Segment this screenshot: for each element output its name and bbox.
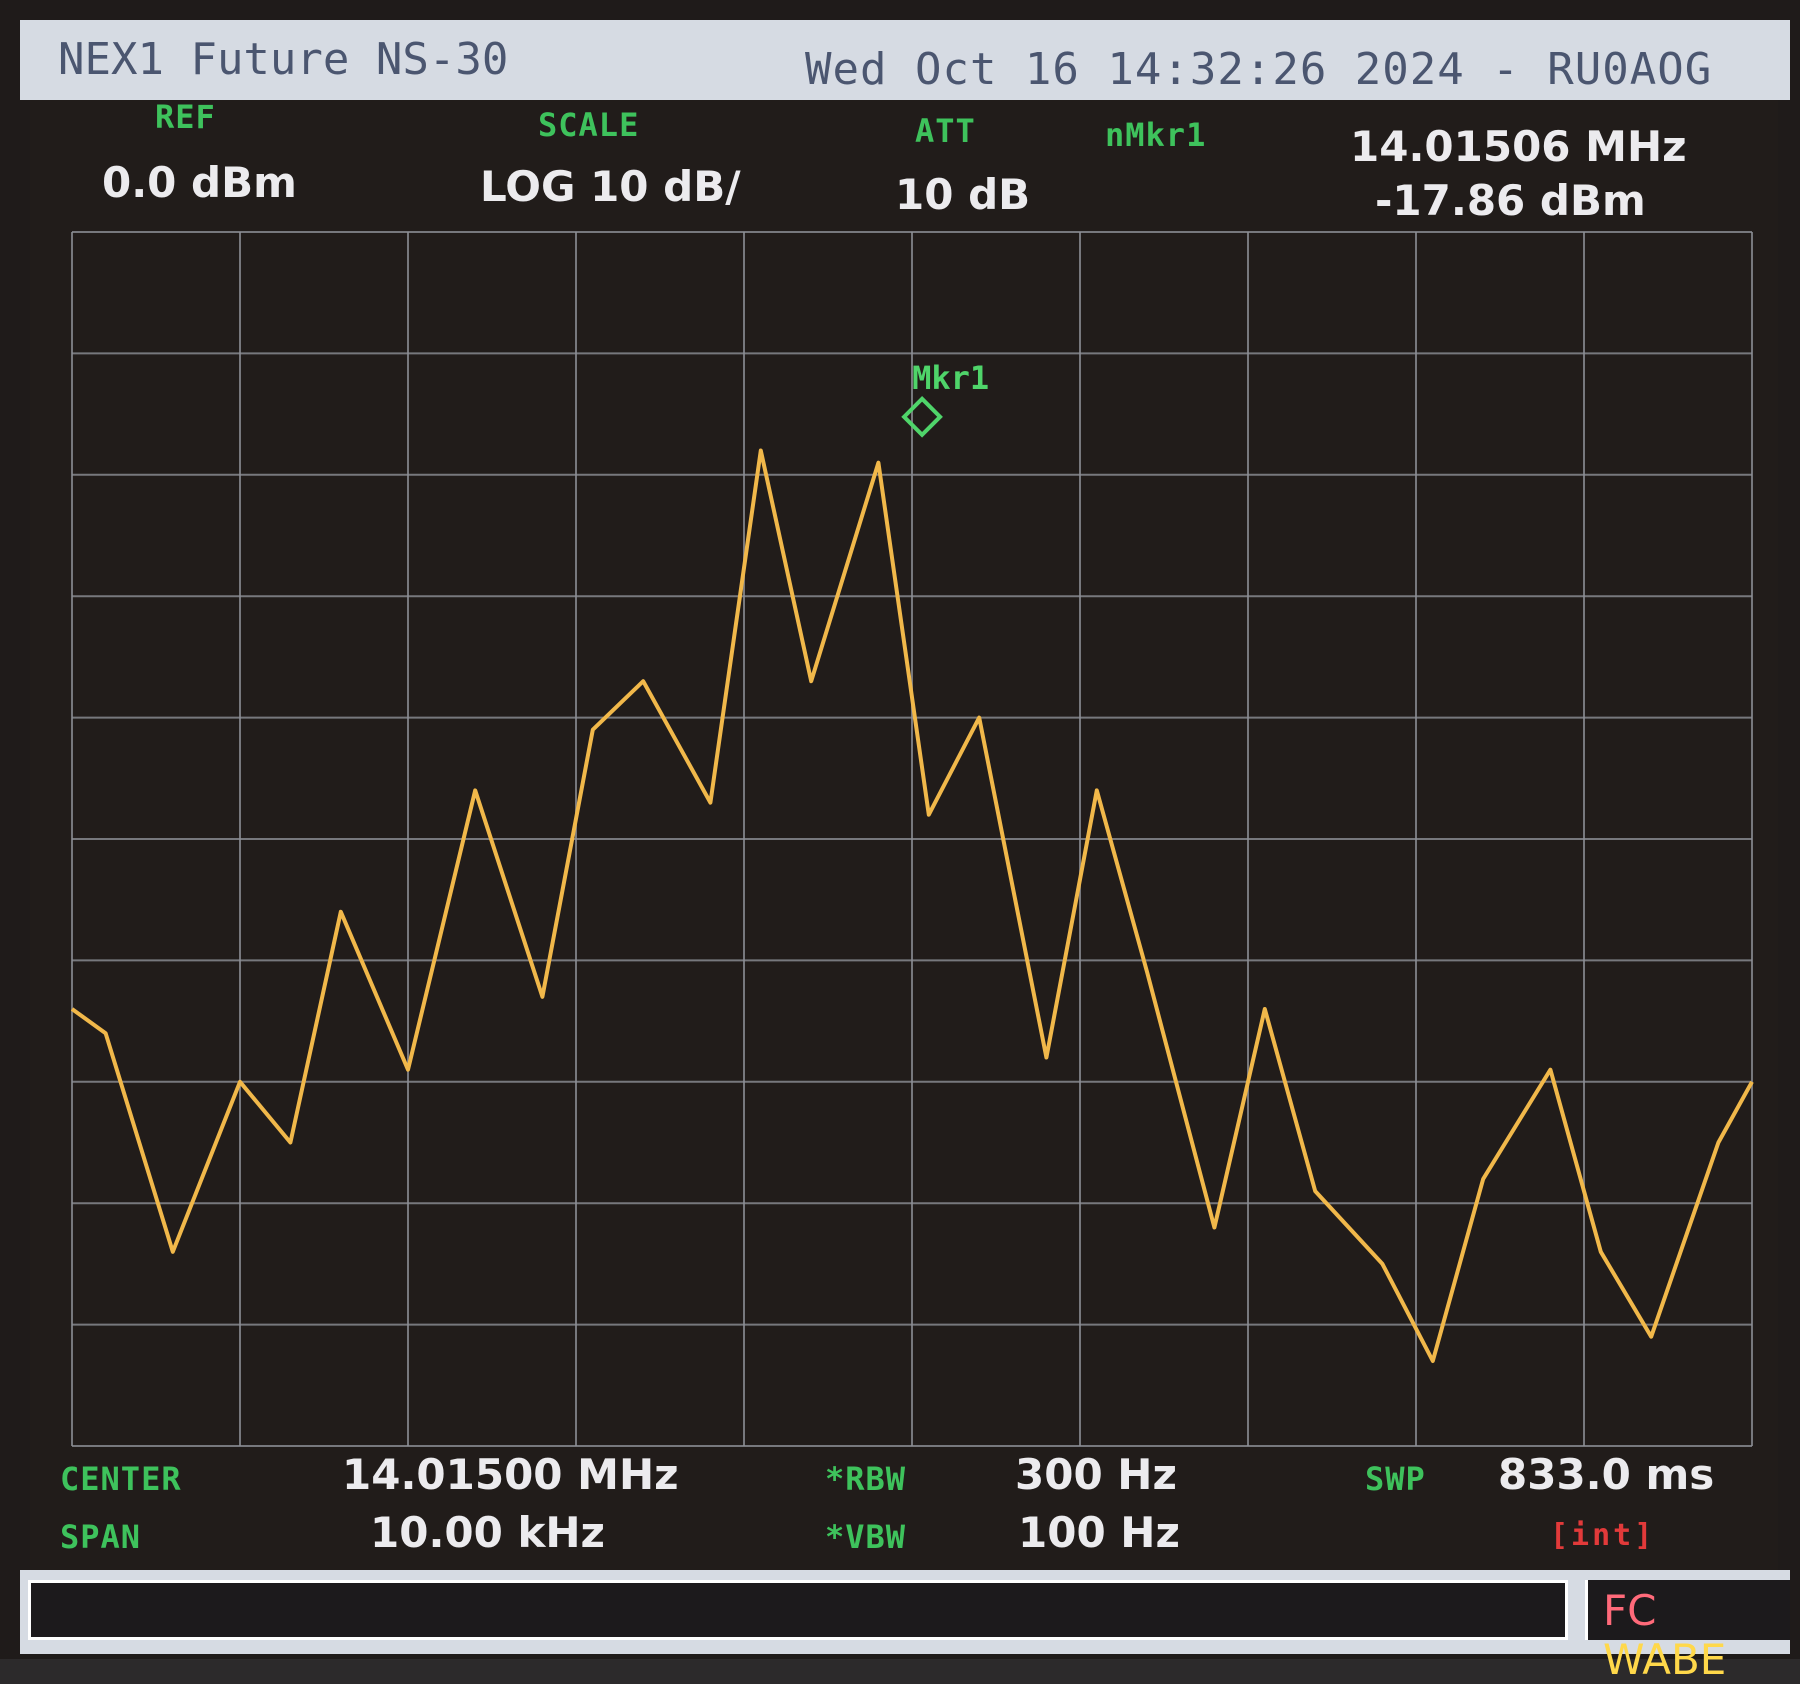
message-box xyxy=(28,1580,1568,1640)
spectrum-plot: Mkr1 xyxy=(70,231,1754,1447)
analyzer-screen: NEX1 Future NS-30 Wed Oct 16 14:32:26 20… xyxy=(0,0,1800,1684)
marker-label: Mkr1 xyxy=(912,359,989,397)
marker-diamond xyxy=(901,395,943,438)
mode-box: FC WABE xyxy=(1585,1580,1790,1684)
mode-indicator-fc: FC xyxy=(1603,1586,1657,1635)
mode-indicator-wabe: WABE xyxy=(1603,1635,1727,1684)
status-bar: FC WABE xyxy=(20,1570,1790,1684)
